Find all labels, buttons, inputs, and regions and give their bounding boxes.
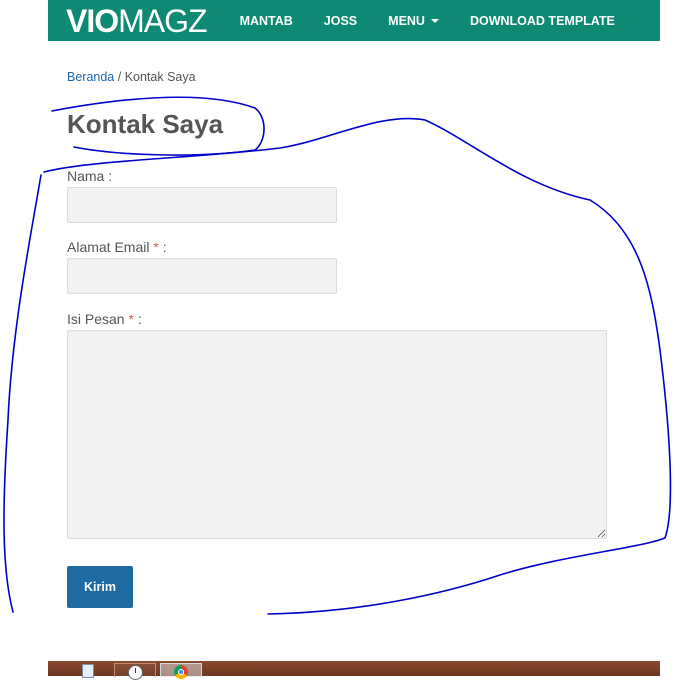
- message-textarea[interactable]: [67, 330, 607, 539]
- top-navbar: VIOMAGZ MANTAB JOSS MENU DOWNLOAD TEMPLA…: [48, 0, 660, 41]
- clock-icon: [127, 665, 143, 680]
- taskbar-clock-button[interactable]: [114, 663, 156, 680]
- breadcrumb-current: Kontak Saya: [124, 70, 196, 84]
- taskbar-notepad-button[interactable]: [76, 663, 100, 678]
- email-label-text: Alamat Email: [67, 239, 150, 255]
- nav-item-menu-label: MENU: [388, 13, 425, 28]
- nav-item-menu[interactable]: MENU: [388, 14, 439, 28]
- message-label-text: Isi Pesan: [67, 311, 125, 327]
- breadcrumb-home-link[interactable]: Beranda: [67, 70, 114, 84]
- logo-light-text: MAGZ: [118, 2, 207, 39]
- site-logo[interactable]: VIOMAGZ: [66, 2, 208, 39]
- email-input[interactable]: [67, 258, 337, 294]
- left-edge-annotation: [3, 174, 42, 613]
- email-label: Alamat Email * :: [67, 239, 167, 255]
- name-input[interactable]: [67, 187, 337, 223]
- chrome-icon: [174, 665, 188, 679]
- nav-menu: MANTAB JOSS MENU DOWNLOAD TEMPLATE: [207, 14, 615, 28]
- caret-down-icon: [430, 18, 439, 23]
- nav-item-mantab[interactable]: MANTAB: [240, 14, 293, 28]
- breadcrumb-separator: /: [114, 70, 125, 84]
- nav-item-joss[interactable]: JOSS: [324, 14, 357, 28]
- breadcrumb: Beranda / Kontak Saya: [67, 70, 196, 84]
- name-label: Nama :: [67, 168, 113, 184]
- nav-item-download-template[interactable]: DOWNLOAD TEMPLATE: [470, 14, 615, 28]
- message-label: Isi Pesan * :: [67, 311, 142, 327]
- email-label-suffix: :: [158, 239, 167, 255]
- message-label-suffix: :: [133, 311, 142, 327]
- page-title: Kontak Saya: [67, 109, 224, 139]
- submit-button[interactable]: Kirim: [67, 566, 133, 608]
- taskbar-chrome-button[interactable]: [160, 663, 202, 679]
- taskbar: [48, 661, 660, 680]
- logo-strong-text: VIO: [66, 2, 119, 39]
